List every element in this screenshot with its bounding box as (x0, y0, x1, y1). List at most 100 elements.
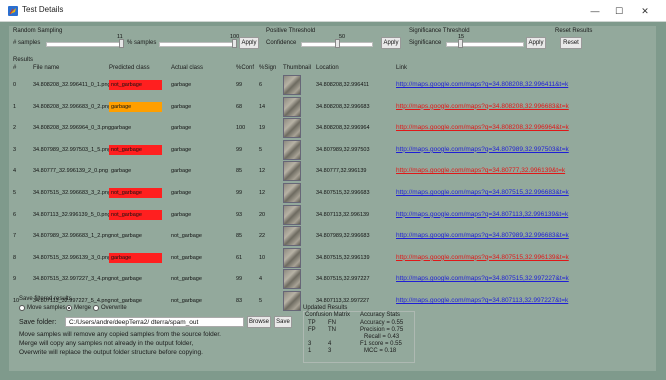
significance-slider-thumb[interactable] (458, 39, 463, 48)
actual-class-cell: garbage (171, 82, 192, 88)
thumbnail-image[interactable] (283, 96, 301, 117)
overwrite-radio[interactable] (93, 305, 99, 311)
thumbnail-image[interactable] (283, 269, 301, 290)
col-predicted-header: Predicted class (109, 65, 150, 71)
predicted-class-text: not_garbage (111, 190, 142, 196)
confidence-slider-thumb[interactable] (335, 39, 340, 48)
fn-value: 4 (328, 341, 332, 347)
col-sign-header: %Sign (259, 65, 277, 71)
merge-radio[interactable] (66, 305, 72, 311)
map-link[interactable]: http://maps.google.com/maps?q=34.807515,… (396, 275, 569, 282)
row-index: 4 (13, 168, 17, 175)
reset-button[interactable]: Reset (560, 37, 582, 49)
sign-cell: 10 (259, 254, 266, 261)
thumbnail-image[interactable] (283, 291, 301, 311)
save-folder-input[interactable]: C:/Users/andre/deepTerra2/ dterra/spam_o… (65, 317, 244, 327)
significance-slider[interactable] (446, 39, 524, 48)
move-samples-radio[interactable] (19, 305, 25, 311)
conf-cell: 99 (236, 190, 243, 196)
col-location-header: Location (316, 65, 339, 71)
random-sampling-apply-button[interactable]: Apply (239, 37, 259, 49)
main-panel: Random Sampling # samples 1 1 % samples 1… (9, 26, 656, 371)
location-cell: 34.807515,32.997227 (316, 276, 370, 283)
predicted-class-text: not_garbage (111, 146, 142, 153)
fp-value: 1 (308, 348, 312, 354)
f1-value: F1 score = 0.55 (360, 341, 402, 347)
map-link[interactable]: http://maps.google.com/maps?q=34.808208,… (396, 81, 568, 88)
thumbnail-image[interactable] (283, 247, 301, 268)
samples-slider-thumb[interactable] (119, 39, 124, 48)
save-button[interactable]: Save (274, 316, 292, 328)
merge-label: Merge (74, 305, 92, 311)
positive-threshold-apply-button[interactable]: Apply (381, 37, 401, 49)
map-link[interactable]: http://maps.google.com/maps?q=34.807989,… (396, 232, 569, 239)
location-cell: 34.80777,32.996139 (316, 168, 367, 175)
col-actual-header: Actual class (171, 65, 204, 71)
actual-class-cell: garbage (171, 211, 192, 218)
conf-cell: 100 (236, 125, 246, 132)
row-filename: 34.808208_32.996964_0_3.png (33, 125, 111, 132)
window-title: Test Details (22, 5, 64, 14)
map-link[interactable]: http://maps.google.com/maps?q=34.808208,… (396, 124, 569, 131)
thumbnail-image[interactable] (283, 118, 301, 139)
conf-cell: 99 (236, 276, 243, 283)
predicted-class-cell: not_garbage (109, 144, 162, 155)
conf-cell: 68 (236, 103, 243, 110)
predicted-class-cell: garbage (109, 252, 162, 263)
conf-cell: 83 (236, 298, 243, 304)
actual-class-cell: not_garbage (171, 233, 202, 240)
row-filename: 34.807515_32.996683_3_2.png (33, 190, 111, 196)
predicted-class-cell: not_garbage (109, 274, 162, 284)
browse-button[interactable]: Browse (247, 316, 271, 328)
maximize-button[interactable]: ☐ (608, 3, 630, 19)
predicted-class-cell: garbage (109, 123, 162, 133)
map-link[interactable]: http://maps.google.com/maps?q=34.807515,… (396, 189, 569, 196)
predicted-class-text: not_garbage (111, 276, 142, 283)
map-link[interactable]: http://maps.google.com/maps?q=34.807113,… (396, 297, 568, 304)
location-cell: 34.807989,32.997503 (316, 146, 370, 153)
tp-label: TP (308, 320, 316, 326)
reset-results-label: Reset Results (555, 28, 593, 34)
accuracy-stats-label: Accuracy Stats (360, 312, 401, 318)
row-filename: 34.808208_32.996683_0_2.png (33, 103, 111, 110)
result-row: 7 34.807989_32.996683_1_2.png not_garbage n… (9, 225, 595, 248)
minimize-button[interactable]: — (584, 3, 606, 19)
predicted-class-cell: not_garbage (109, 80, 162, 90)
move-samples-label: Move samples (27, 305, 66, 311)
confidence-slider[interactable] (301, 39, 373, 48)
thumbnail-image[interactable] (283, 161, 301, 182)
conf-cell: 85 (236, 233, 243, 240)
samples-label: # samples (13, 40, 41, 46)
percent-samples-slider-thumb[interactable] (232, 39, 237, 48)
samples-slider[interactable] (46, 39, 124, 48)
help-move-text: Move samples will remove any copied samp… (19, 331, 221, 338)
thumbnail-image[interactable] (283, 226, 301, 247)
percent-samples-slider[interactable] (159, 39, 237, 48)
tn-label: TN (328, 327, 336, 333)
results-label: Results (13, 57, 34, 63)
location-cell: 34.807515,32.996139 (316, 254, 370, 261)
significance-apply-button[interactable]: Apply (526, 37, 546, 49)
location-cell: 34.807989,32.996683 (316, 233, 370, 240)
actual-class-cell: not_garbage (171, 298, 202, 304)
close-button[interactable]: ✕ (634, 3, 656, 19)
predicted-class-cell: not_garbage (109, 231, 162, 241)
precision-value: Precision = 0.75 (360, 327, 404, 333)
predicted-class-cell: not_garbage (109, 188, 162, 198)
sign-cell: 6 (259, 82, 263, 88)
result-row: 8 34.807515_32.996139_3_0.png garbage not_g… (9, 247, 595, 270)
overwrite-label: Overwrite (101, 305, 127, 311)
thumbnail-image[interactable] (283, 139, 301, 160)
map-link[interactable]: http://maps.google.com/maps?q=34.808208,… (396, 103, 569, 110)
map-link[interactable]: http://maps.google.com/maps?q=34.807515,… (396, 254, 569, 261)
predicted-class-text: garbage (111, 103, 132, 110)
map-link[interactable]: http://maps.google.com/maps?q=34.80777,3… (396, 167, 565, 174)
result-row: 9 34.807515_32.997227_3_4.png not_garbage n… (9, 268, 595, 291)
thumbnail-image[interactable] (283, 204, 301, 225)
map-link[interactable]: http://maps.google.com/maps?q=34.807989,… (396, 146, 569, 153)
thumbnail-image[interactable] (283, 183, 301, 203)
col-index-header: # (13, 65, 17, 71)
row-filename: 34.808208_32.996411_0_1.png (33, 82, 111, 88)
map-link[interactable]: http://maps.google.com/maps?q=34.807113,… (396, 211, 568, 218)
thumbnail-image[interactable] (283, 75, 301, 95)
